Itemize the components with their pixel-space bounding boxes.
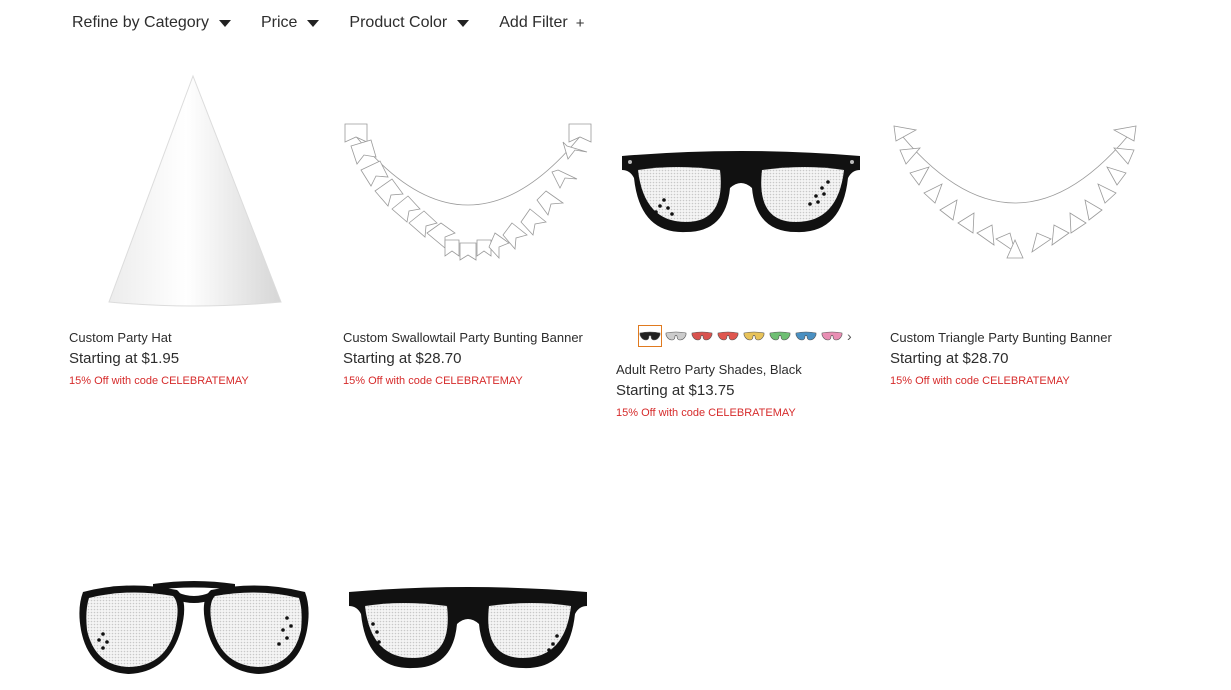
- color-swatch-clear[interactable]: [664, 325, 688, 347]
- aviator-shades-icon: [79, 581, 309, 674]
- caret-down-icon: [457, 20, 470, 27]
- color-swatch-pink[interactable]: [820, 325, 844, 347]
- color-swatch-coral[interactable]: [716, 325, 740, 347]
- triangle-bunting-icon: [893, 125, 1137, 259]
- glasses-icon: [821, 331, 843, 341]
- glasses-icon: [717, 331, 739, 341]
- filter-price[interactable]: Price: [260, 14, 320, 32]
- filter-label: Refine by Category: [72, 14, 209, 31]
- glasses-icon: [743, 331, 765, 341]
- chevron-right-icon[interactable]: ›: [847, 328, 852, 344]
- product-image-retro-shades[interactable]: [616, 70, 866, 310]
- retro-shades-icon: [349, 587, 587, 669]
- glasses-icon: [691, 331, 713, 341]
- caret-down-icon: [218, 20, 231, 27]
- glasses-icon: [665, 331, 687, 341]
- product-price: Starting at $1.95: [69, 350, 180, 367]
- filter-label: Add Filter: [499, 14, 568, 31]
- product-image-triangle-bunting[interactable]: [890, 70, 1140, 310]
- product-price: Starting at $28.70: [343, 350, 462, 367]
- product-card-triangle-bunting: Custom Triangle Party Bunting Banner Sta…: [890, 70, 1140, 390]
- color-swatch-red[interactable]: [690, 325, 714, 347]
- promo-text: 15% Off with code CELEBRATEMAY: [616, 407, 796, 419]
- product-image-aviator-shades[interactable]: [69, 560, 319, 685]
- product-card-retro-shades: › Adult Retro Party Shades, Black Starti…: [616, 70, 866, 430]
- product-card-party-hat: Custom Party Hat Starting at $1.95 15% O…: [69, 70, 319, 390]
- retro-shades-icon: [622, 151, 860, 233]
- product-title[interactable]: Custom Swallowtail Party Bunting Banner: [343, 330, 583, 345]
- color-swatch-yellow[interactable]: [742, 325, 766, 347]
- glasses-icon: [769, 331, 791, 341]
- filter-label: Price: [260, 14, 298, 31]
- filter-bar: Refine by Category Price Product Color A…: [72, 12, 614, 34]
- product-price: Starting at $13.75: [616, 382, 735, 399]
- product-card-swallowtail-bunting: Custom Swallowtail Party Bunting Banner …: [343, 70, 593, 390]
- color-swatch-blue[interactable]: [794, 325, 818, 347]
- product-price: Starting at $28.70: [890, 350, 1009, 367]
- filter-refine-by-category[interactable]: Refine by Category: [72, 14, 231, 32]
- color-swatch-black[interactable]: [638, 325, 662, 347]
- product-image-party-hat[interactable]: [69, 70, 319, 310]
- promo-text: 15% Off with code CELEBRATEMAY: [890, 375, 1070, 387]
- promo-text: 15% Off with code CELEBRATEMAY: [69, 375, 249, 387]
- plus-icon: +: [575, 14, 585, 32]
- filter-label: Product Color: [349, 14, 448, 31]
- color-swatches: ›: [638, 325, 852, 347]
- filter-product-color[interactable]: Product Color: [349, 14, 470, 32]
- glasses-icon: [795, 331, 817, 341]
- swallowtail-bunting-icon: [344, 123, 592, 261]
- color-swatch-green[interactable]: [768, 325, 792, 347]
- product-card-retro-shades-2: [343, 560, 593, 685]
- glasses-icon: [639, 331, 661, 341]
- product-title[interactable]: Custom Party Hat: [69, 330, 172, 345]
- filter-add-filter[interactable]: Add Filter +: [499, 14, 584, 32]
- product-card-aviator-shades: [69, 560, 319, 685]
- promo-text: 15% Off with code CELEBRATEMAY: [343, 375, 523, 387]
- party-hat-icon: [108, 74, 282, 307]
- caret-down-icon: [307, 20, 320, 27]
- product-title[interactable]: Custom Triangle Party Bunting Banner: [890, 330, 1112, 345]
- product-image-retro-shades-2[interactable]: [343, 560, 593, 685]
- product-image-swallowtail-bunting[interactable]: [343, 70, 593, 310]
- product-title[interactable]: Adult Retro Party Shades, Black: [616, 362, 802, 377]
